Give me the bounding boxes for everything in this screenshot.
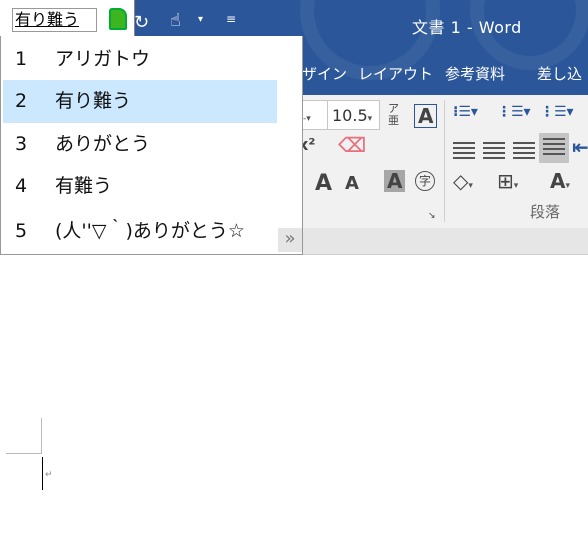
tab-layout[interactable]: レイアウト bbox=[358, 63, 433, 84]
ime-candidate-list: 1 アリガトウ 2 有り難う 3 ありがとう 4 有難う 5 (人''▽｀)ありがとう☆ … bbox=[0, 36, 303, 255]
char-shading-button[interactable]: A bbox=[384, 170, 406, 192]
numbering-icon[interactable]: ⋮☰▾ bbox=[497, 105, 531, 119]
ime-composition-window: 有り難う bbox=[0, 0, 135, 37]
window-title: 文書 1 - Word bbox=[412, 18, 522, 37]
char-border-button[interactable]: A bbox=[414, 104, 438, 128]
margin-marker bbox=[6, 418, 42, 454]
redo-icon[interactable]: ↻ bbox=[134, 12, 149, 33]
distributed-icon[interactable]: ⇤ bbox=[572, 137, 588, 157]
group-label-paragraph: 段落 bbox=[530, 203, 561, 221]
candidate-item[interactable]: 1 アリガトウ bbox=[3, 38, 277, 81]
tab-references[interactable]: 参考資料 bbox=[445, 63, 505, 84]
char-spacing-icon[interactable]: A▾ bbox=[550, 171, 570, 191]
furigana-button[interactable]: ア亜 bbox=[388, 103, 402, 127]
candidate-item-selected[interactable]: 2 有り難う bbox=[3, 80, 277, 123]
touch-mode-icon[interactable]: ☝ bbox=[170, 10, 181, 31]
candidate-item[interactable]: 3 ありがとう bbox=[3, 123, 277, 166]
align-center-icon[interactable] bbox=[483, 139, 505, 162]
multilevel-list-icon[interactable]: ⋮☰▾ bbox=[540, 105, 574, 119]
clear-formatting-icon[interactable]: ⌫ bbox=[338, 135, 366, 155]
group-divider bbox=[444, 100, 445, 222]
touch-dropdown-icon[interactable]: ▾ bbox=[198, 14, 203, 25]
shrink-font-button[interactable]: A bbox=[345, 175, 359, 193]
align-right-icon[interactable] bbox=[513, 139, 535, 162]
font-size-dropdown[interactable]: 10.5▾ bbox=[327, 100, 380, 130]
paragraph-mark: ↵ bbox=[45, 470, 53, 480]
customize-icon[interactable]: ≡ bbox=[226, 12, 236, 26]
dialog-launcher-icon[interactable]: ↘ bbox=[428, 212, 436, 221]
candidate-item[interactable]: 5 (人''▽｀)ありがとう☆ bbox=[3, 210, 277, 253]
candidate-item[interactable]: 4 有難う bbox=[3, 165, 277, 208]
borders-icon[interactable]: ⊞▾ bbox=[497, 171, 518, 191]
enclose-char-button[interactable]: 字 bbox=[415, 171, 435, 191]
grow-font-button[interactable]: A bbox=[315, 173, 332, 195]
shading-icon[interactable]: ◇▾ bbox=[453, 171, 473, 191]
tab-mailings[interactable]: 差し込 bbox=[537, 63, 582, 84]
bullets-icon[interactable]: ⁝☰▾ bbox=[453, 105, 478, 119]
text-cursor bbox=[42, 457, 43, 490]
align-left-icon[interactable] bbox=[453, 139, 475, 162]
ime-composition-text[interactable]: 有り難う bbox=[12, 8, 97, 32]
tab-design[interactable]: ザイン bbox=[302, 63, 347, 84]
ime-icon[interactable] bbox=[109, 8, 127, 30]
expand-candidates-button[interactable]: » bbox=[278, 228, 302, 252]
justify-icon[interactable] bbox=[539, 133, 569, 163]
